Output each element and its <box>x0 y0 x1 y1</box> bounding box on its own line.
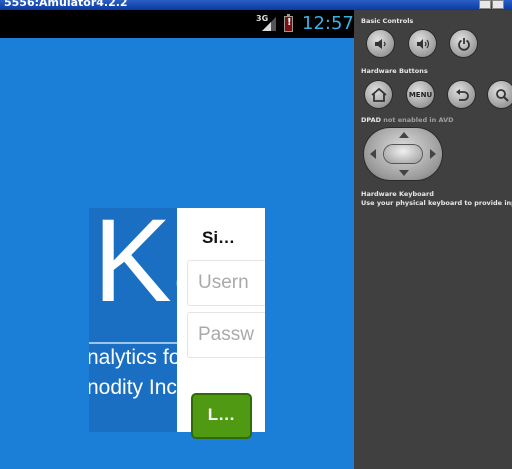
tagline-line-1: nalytics fo <box>89 346 181 369</box>
password-field[interactable] <box>187 312 265 358</box>
dpad[interactable] <box>364 128 442 180</box>
home-button[interactable] <box>365 81 392 108</box>
dpad-title: DPAD <box>361 116 381 124</box>
battery-icon <box>284 14 293 32</box>
volume-down-icon <box>374 38 386 49</box>
power-button[interactable] <box>450 30 477 57</box>
basic-controls-label: Basic Controls <box>361 17 414 25</box>
volume-up-button[interactable] <box>409 30 436 57</box>
dialog-title: Si… <box>202 228 236 247</box>
volume-down-button[interactable] <box>367 30 394 57</box>
emulator-screen: 3G 12:57 Kä nalytics fo nodity Inc Si… L… <box>0 10 354 469</box>
menu-label: MENU <box>408 90 433 99</box>
window-title-bar: 5556:Amulator4.2.2 <box>0 0 512 10</box>
dpad-center-button[interactable] <box>384 145 422 163</box>
dpad-left-icon[interactable] <box>370 149 376 159</box>
volume-up-icon <box>416 38 429 49</box>
back-icon <box>455 88 469 101</box>
dpad-up-icon[interactable] <box>399 132 409 138</box>
maximize-button[interactable] <box>492 0 504 9</box>
signal-icon <box>262 17 276 31</box>
hardware-keyboard-label: Hardware Keyboard <box>361 190 434 198</box>
window-title: 5556:Amulator4.2.2 <box>4 0 128 9</box>
status-bar: 3G 12:57 <box>0 10 354 38</box>
power-icon <box>457 37 470 51</box>
menu-button[interactable]: MENU <box>407 81 434 108</box>
username-field[interactable] <box>187 260 265 306</box>
dpad-label: DPAD not enabled in AVD <box>361 116 454 124</box>
dpad-note: not enabled in AVD <box>383 116 454 124</box>
back-button[interactable] <box>448 81 475 108</box>
login-button[interactable]: L… <box>191 393 252 439</box>
hardware-keyboard-note: Use your physical keyboard to provide in… <box>361 199 512 207</box>
dpad-right-icon[interactable] <box>430 149 436 159</box>
hardware-buttons-label: Hardware Buttons <box>361 67 428 75</box>
dpad-down-icon[interactable] <box>399 170 409 176</box>
home-icon <box>370 87 387 102</box>
tagline-line-2: nodity Inc <box>89 376 177 399</box>
search-icon <box>495 88 509 102</box>
password-input[interactable] <box>188 313 264 357</box>
emulator-controls-panel: Basic Controls Hardware Buttons MENU DPA… <box>354 10 512 469</box>
minimize-button[interactable] <box>479 0 491 9</box>
username-input[interactable] <box>188 261 264 305</box>
status-clock: 12:57 <box>302 13 354 34</box>
search-button[interactable] <box>488 81 512 108</box>
